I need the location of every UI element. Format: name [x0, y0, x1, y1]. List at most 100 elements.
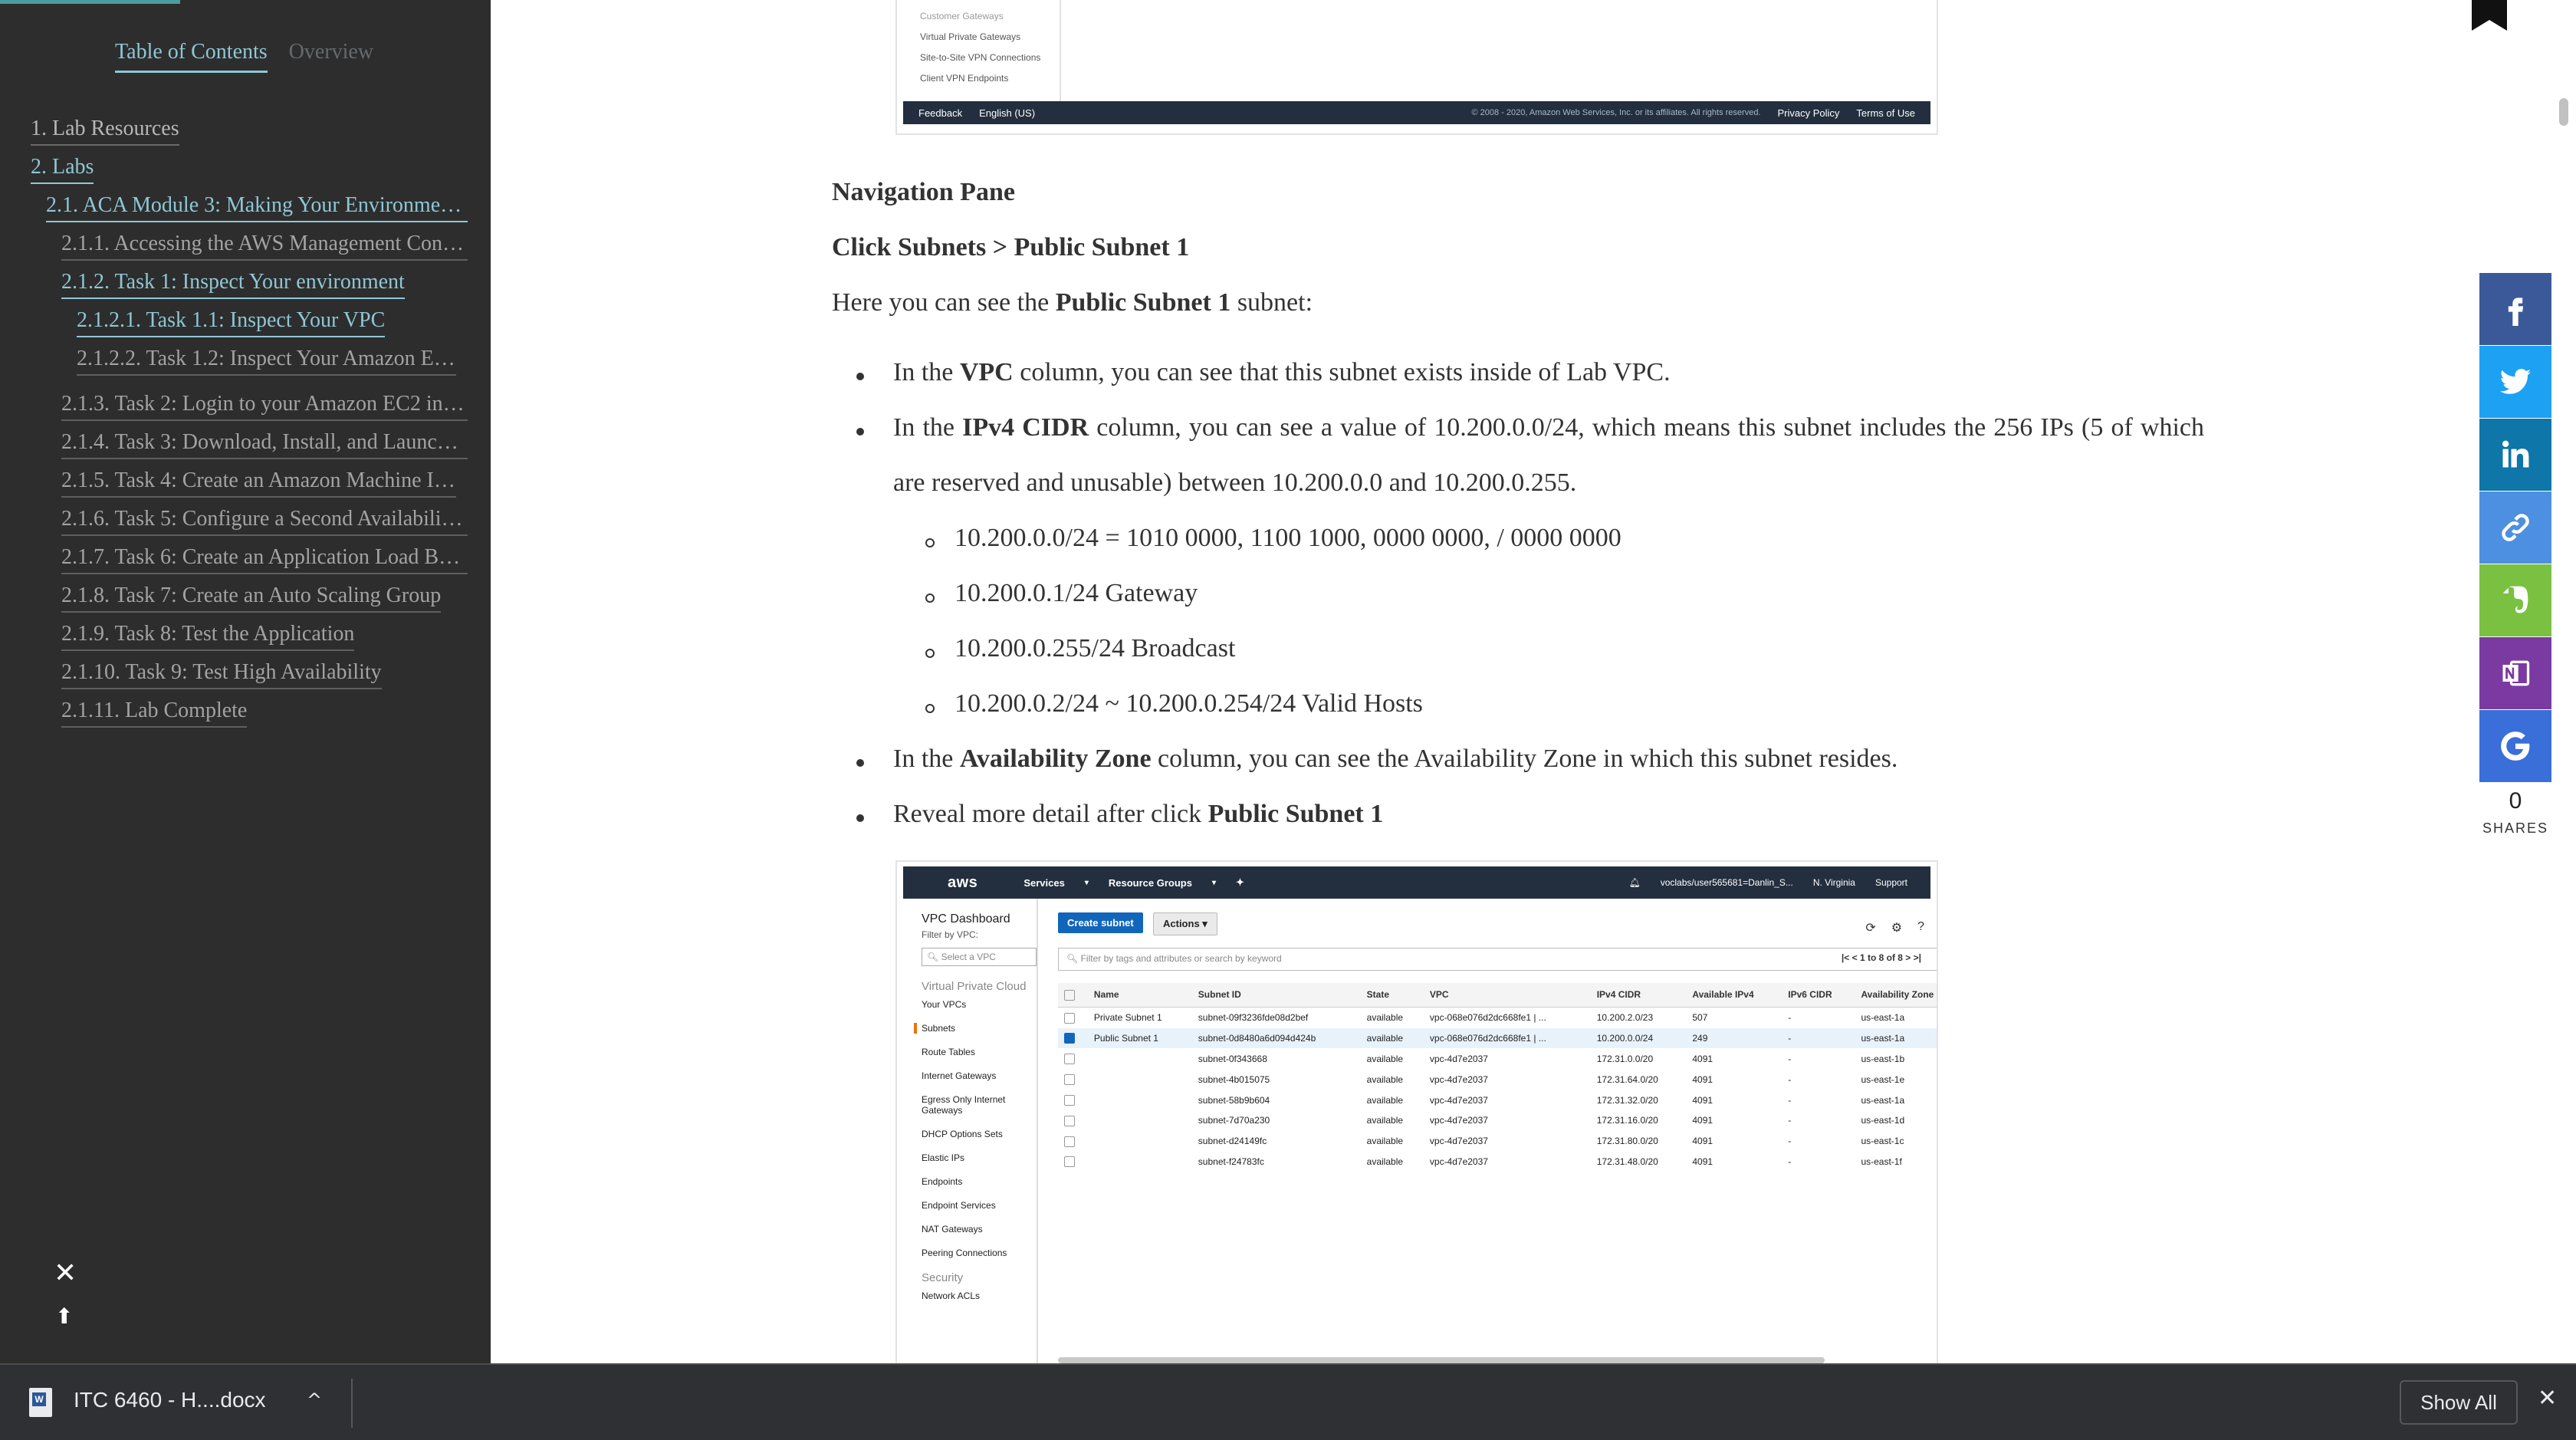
table-cell [1088, 1048, 1192, 1069]
column-header: VPC [1423, 983, 1591, 1008]
region-menu: N. Virginia [1812, 877, 1855, 888]
facebook-share-button[interactable] [2479, 273, 2551, 345]
row-checkbox [1058, 1152, 1088, 1172]
table-cell: vpc-068e076d2dc668fe1 | ... [1429, 1012, 1546, 1024]
evernote-icon [2502, 586, 2528, 613]
toc-item-accessing-console[interactable]: 2.1.1. Accessing the AWS Management Con… [61, 230, 468, 261]
divider [351, 1379, 353, 1428]
google-share-button[interactable] [2479, 710, 2551, 782]
evernote-share-button[interactable] [2479, 564, 2551, 636]
side-item: Route Tables [922, 1047, 975, 1057]
resource-groups-menu: Resource Groups [1108, 876, 1192, 889]
vpc-dashboard-title: VPC Dashboard [922, 912, 1010, 925]
aws-logo: aws [948, 873, 978, 891]
show-all-button[interactable]: Show All [2400, 1380, 2518, 1425]
share-count: 0 [2509, 788, 2522, 814]
table-cell: subnet-7d70a230 [1198, 1115, 1270, 1126]
table-cell: available [1366, 1012, 1404, 1024]
toc-item-task-5[interactable]: 2.1.6. Task 5: Configure a Second Availa… [61, 505, 468, 536]
side-item: Your VPCs [922, 999, 967, 1010]
table-cell: 10.200.0.0/24 [1590, 1027, 1687, 1049]
table-cell: vpc-4d7e2037 [1429, 1136, 1488, 1147]
side-item: DHCP Options Sets [922, 1129, 1003, 1139]
pin-icon: ✦ [1235, 876, 1244, 888]
table-cell: us-east-1b [1861, 1053, 1905, 1064]
twitter-share-button[interactable] [2479, 346, 2551, 418]
table-cell: 172.31.64.0/20 [1596, 1073, 1658, 1085]
onenote-icon [2502, 660, 2530, 686]
toc-item-module-3[interactable]: 2.1. ACA Module 3: Making Your Environme… [46, 192, 468, 222]
table-cell: 4091 [1692, 1073, 1714, 1085]
toc-item-task-6[interactable]: 2.1.7. Task 6: Create an Application Loa… [61, 544, 468, 574]
table-cell: available [1366, 1053, 1404, 1064]
toc-item-task-1[interactable]: 2.1.2. Task 1: Inspect Your environment [61, 268, 405, 299]
table-cell: vpc-4d7e2037 [1429, 1053, 1488, 1064]
toc-item-lab-complete[interactable]: 2.1.11. Lab Complete [61, 697, 248, 728]
column-header: Name [1087, 983, 1192, 1008]
toc-item-task-7[interactable]: 2.1.8. Task 7: Create an Auto Scaling Gr… [61, 582, 442, 613]
column-header: IPv4 CIDR [1590, 983, 1687, 1008]
row-checkbox [1058, 1069, 1088, 1090]
select-all-checkbox [1058, 983, 1088, 1008]
word-document-icon: W [29, 1388, 52, 1417]
panel-icons: ⟳ ⚙ ? [1865, 920, 1924, 935]
subnets-table: Name Subnet ID State VPC IPv4 CIDR Available … [1058, 983, 1937, 1172]
nav-item: Site-to-Site VPN Connections [920, 52, 1041, 63]
table-cell: 4091 [1692, 1136, 1714, 1147]
bookmark-icon[interactable] [2472, 0, 2507, 31]
linkedin-share-button[interactable] [2479, 419, 2551, 491]
table-row: subnet-4b015075 available vpc-4d7e2037 172.… [1058, 1069, 1937, 1090]
nav-item: Virtual Private Gateways [920, 31, 1021, 42]
toc-item-task-2[interactable]: 2.1.3. Task 2: Login to your Amazon EC2 … [61, 390, 468, 421]
refresh-icon: ⟳ [1865, 922, 1876, 935]
toc-sidebar: Table of Contents Overview 1. Lab Resour… [0, 0, 491, 1363]
copyright-text: © 2008 - 2020, Amazon Web Services, Inc.… [1471, 108, 1761, 117]
table-row: subnet-d24149fc available vpc-4d7e2037 172.… [1058, 1131, 1937, 1152]
tab-table-of-contents[interactable]: Table of Contents [115, 40, 268, 73]
close-icon[interactable]: ✕ [54, 1258, 77, 1289]
table-cell: available [1366, 1156, 1404, 1168]
toc-item-labs[interactable]: 2. Labs [31, 153, 94, 184]
table-cell: subnet-09f3236fde08d2bef [1198, 1012, 1309, 1024]
table-cell: 172.31.48.0/20 [1596, 1156, 1658, 1168]
subnet-filter-input: 🔍︎ Filter by tags and attributes or sear… [1058, 948, 1937, 971]
table-cell: subnet-4b015075 [1198, 1073, 1270, 1085]
table-cell [1088, 1069, 1192, 1090]
close-icon[interactable]: ✕ [2538, 1385, 2557, 1412]
table-cell: us-east-1e [1861, 1073, 1905, 1085]
toc-item-task-3[interactable]: 2.1.4. Task 3: Download, Install, and La… [61, 429, 468, 459]
chevron-up-icon[interactable]: ^ [307, 1389, 322, 1411]
toc-item-task-1-1[interactable]: 2.1.2.1. Task 1.1: Inspect Your VPC [77, 307, 386, 337]
tab-overview[interactable]: Overview [289, 40, 373, 73]
toc-item-lab-resources[interactable]: 1. Lab Resources [31, 115, 179, 146]
side-item: Network ACLs [922, 1290, 981, 1301]
table-cell [1088, 1110, 1192, 1131]
onenote-share-button[interactable] [2479, 637, 2551, 709]
toc-item-task-4[interactable]: 2.1.5. Task 4: Create an Amazon Machine … [61, 467, 456, 498]
facebook-icon [2508, 298, 2524, 326]
page-scrollbar[interactable] [2559, 98, 2568, 126]
table-cell: subnet-f24783fc [1198, 1156, 1264, 1168]
toc-item-task-9[interactable]: 2.1.10. Task 9: Test High Availability [61, 659, 382, 689]
aws-top-nav: aws Services ▾ Resource Groups ▾ ✦ 🔔︎ vocl… [903, 866, 1930, 899]
column-header: Subnet ID [1191, 983, 1361, 1008]
toc-item-task-1-2[interactable]: 2.1.2.2. Task 1.2: Inspect Your Amazon E… [77, 345, 456, 376]
download-item[interactable]: ITC 6460 - H....docx [74, 1388, 266, 1412]
table-cell: vpc-4d7e2037 [1429, 1094, 1488, 1106]
table-cell: - [1788, 1156, 1792, 1168]
table-cell: 249 [1686, 1027, 1783, 1049]
copy-link-button[interactable] [2479, 492, 2551, 564]
row-checkbox [1058, 1110, 1088, 1131]
main-content: Customer Gateways Virtual Private Gatewa… [491, 0, 2576, 1363]
filter-label: Filter by VPC: [922, 929, 979, 940]
console-footer: Feedback English (US) © 2008 - 2020, Ama… [903, 101, 1930, 124]
table-row: Private Subnet 1 subnet-09f3236fde08d2bef… [1058, 1007, 1937, 1027]
table-cell: 10.200.2.0/23 [1596, 1012, 1654, 1024]
table-cell: available [1366, 1136, 1404, 1147]
table-cell: 172.31.16.0/20 [1596, 1115, 1658, 1126]
table-cell: Public Subnet 1 [1087, 1027, 1192, 1049]
back-to-top-icon[interactable]: ⬆ [55, 1304, 73, 1329]
toc-item-task-8[interactable]: 2.1.9. Task 8: Test the Application [61, 620, 355, 651]
table-row: Public Subnet 1 subnet-0d8480a6d094d424b a… [1058, 1027, 1937, 1049]
row-checkbox [1058, 1007, 1088, 1027]
